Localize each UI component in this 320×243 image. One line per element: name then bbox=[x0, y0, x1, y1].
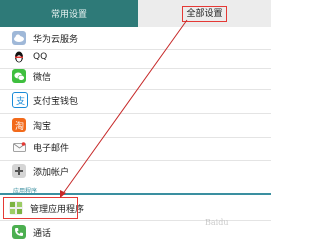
watermark-logo: Baidu bbox=[205, 218, 229, 227]
annotation-arrow bbox=[60, 19, 188, 198]
